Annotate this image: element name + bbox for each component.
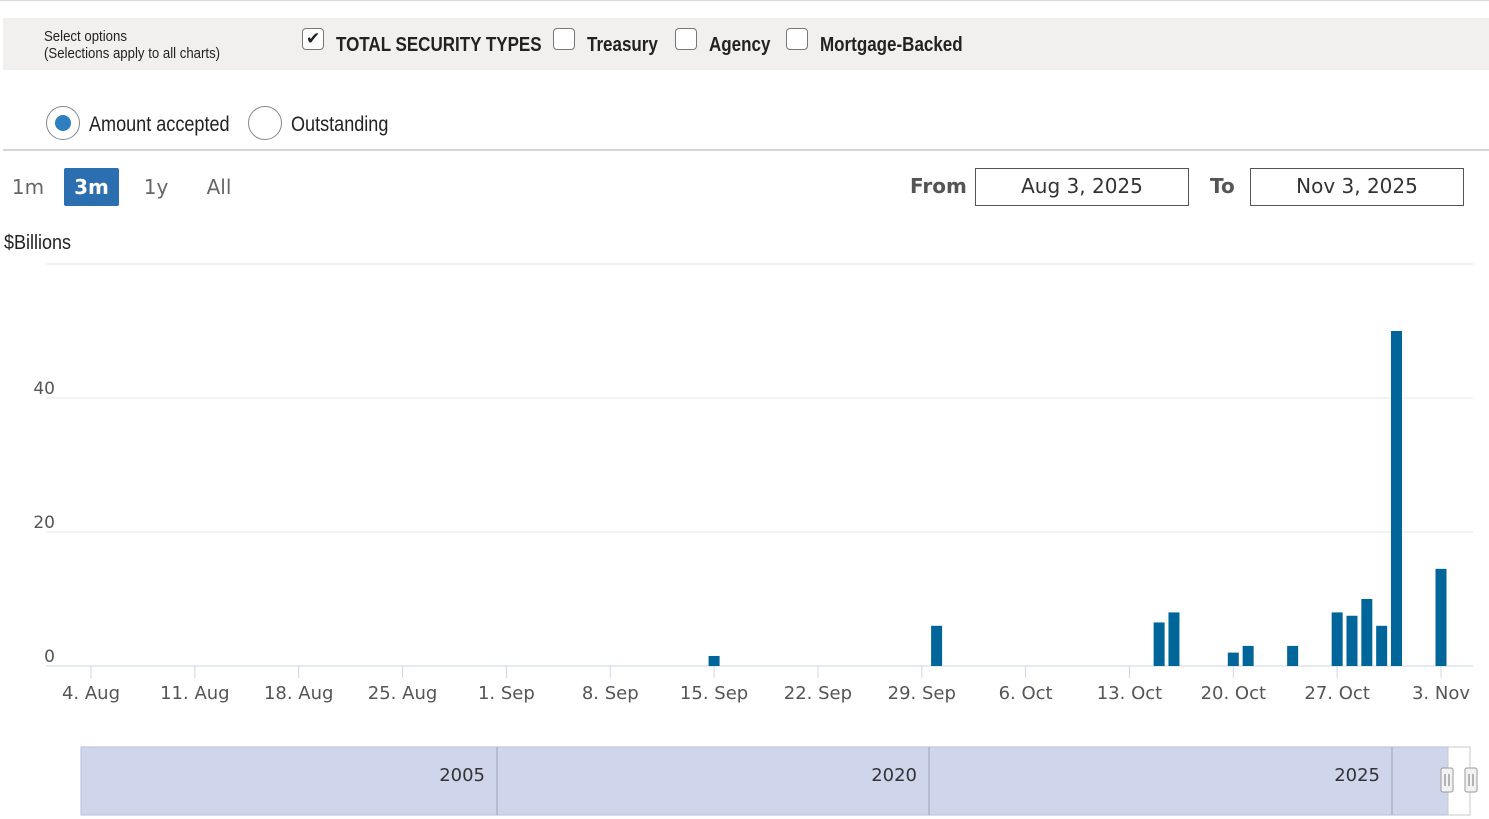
navigator-track: [80, 746, 1449, 816]
from-date-input[interactable]: Aug 3, 2025: [975, 168, 1189, 206]
x-tick-label: 18. Aug: [264, 683, 334, 704]
x-tick-label: 29. Sep: [888, 683, 956, 704]
bar-series: [708, 331, 1447, 666]
bar: [708, 655, 720, 666]
options-label: Select options (Selections apply to all …: [44, 28, 220, 62]
checkbox-treasury[interactable]: [553, 28, 575, 50]
x-tick-label: 8. Sep: [582, 683, 639, 704]
navigator[interactable]: 2005 2020 2025: [80, 746, 1478, 816]
bar: [1242, 645, 1254, 666]
x-tick-label: 11. Aug: [160, 683, 230, 704]
bar: [1390, 331, 1402, 666]
y-axis-ticks: 0 20 40: [33, 379, 55, 667]
separator: [3, 149, 1489, 151]
x-tick-label: 27. Oct: [1304, 683, 1369, 704]
checkbox-mortgage-backed[interactable]: [786, 28, 808, 50]
checkmark-icon: ✔: [306, 29, 321, 48]
bar: [1153, 622, 1165, 666]
x-tick-label: 6. Oct: [999, 683, 1053, 704]
x-axis: 4. Aug 11. Aug 18. Aug 25. Aug 1. Sep 8. Sep 1…: [62, 666, 1470, 704]
y-tick-label: 20: [33, 513, 55, 533]
y-tick-label: 0: [44, 647, 55, 667]
top-border: [0, 0, 1489, 1]
x-tick-label: 13. Oct: [1097, 683, 1162, 704]
grid-lines: [46, 263, 1473, 667]
checkbox-total-security-types[interactable]: ✔: [302, 28, 324, 50]
navigator-year-label: 2005: [439, 765, 485, 786]
navigator-handle[interactable]: [1440, 767, 1454, 793]
bar-chart: 0 20 40 4. Aug 11. Aug 18. Aug 25. Aug 1. Sep 8…: [33, 263, 1478, 816]
range-button-1y[interactable]: 1y: [134, 168, 178, 206]
to-date-input[interactable]: Nov 3, 2025: [1250, 168, 1464, 206]
x-tick-label: 22. Sep: [784, 683, 852, 704]
x-tick-label: 20. Oct: [1201, 683, 1266, 704]
navigator-year-label: 2020: [871, 765, 917, 786]
radio-selected-dot: [55, 115, 71, 131]
radio-label-amount-accepted[interactable]: Amount accepted: [89, 113, 230, 137]
checkbox-agency[interactable]: [675, 28, 697, 50]
options-label-line2: (Selections apply to all charts): [44, 45, 221, 62]
bar: [1361, 599, 1373, 666]
range-button-1m[interactable]: 1m: [6, 168, 50, 206]
checkbox-label-mortgage-backed[interactable]: Mortgage-Backed: [820, 34, 963, 57]
bar: [1346, 615, 1358, 666]
x-tick-label: 4. Aug: [62, 683, 120, 704]
x-tick-label: 1. Sep: [478, 683, 535, 704]
bar: [1376, 625, 1388, 666]
bar: [1287, 645, 1299, 666]
checkbox-label-treasury[interactable]: Treasury: [587, 34, 658, 57]
from-label: From: [910, 174, 967, 198]
x-tick-label: 25. Aug: [368, 683, 438, 704]
checkbox-label-agency[interactable]: Agency: [709, 34, 770, 57]
range-button-3m[interactable]: 3m: [64, 168, 119, 206]
radio-amount-accepted[interactable]: [46, 106, 80, 140]
bar: [1227, 652, 1239, 666]
navigator-handle[interactable]: [1464, 767, 1478, 793]
range-button-all[interactable]: All: [196, 168, 242, 206]
bar: [1331, 612, 1343, 666]
radio-label-outstanding[interactable]: Outstanding: [291, 113, 388, 137]
bar: [1435, 568, 1447, 666]
bar: [931, 625, 943, 666]
radio-outstanding[interactable]: [248, 106, 282, 140]
y-tick-label: 40: [33, 379, 55, 399]
x-tick-label: 15. Sep: [680, 683, 748, 704]
x-tick-label: 3. Nov: [1412, 683, 1470, 704]
to-label: To: [1210, 174, 1235, 198]
checkbox-label-total[interactable]: TOTAL SECURITY TYPES: [336, 34, 542, 57]
navigator-year-label: 2025: [1334, 765, 1380, 786]
options-label-line1: Select options: [44, 28, 127, 45]
bar: [1168, 612, 1180, 666]
